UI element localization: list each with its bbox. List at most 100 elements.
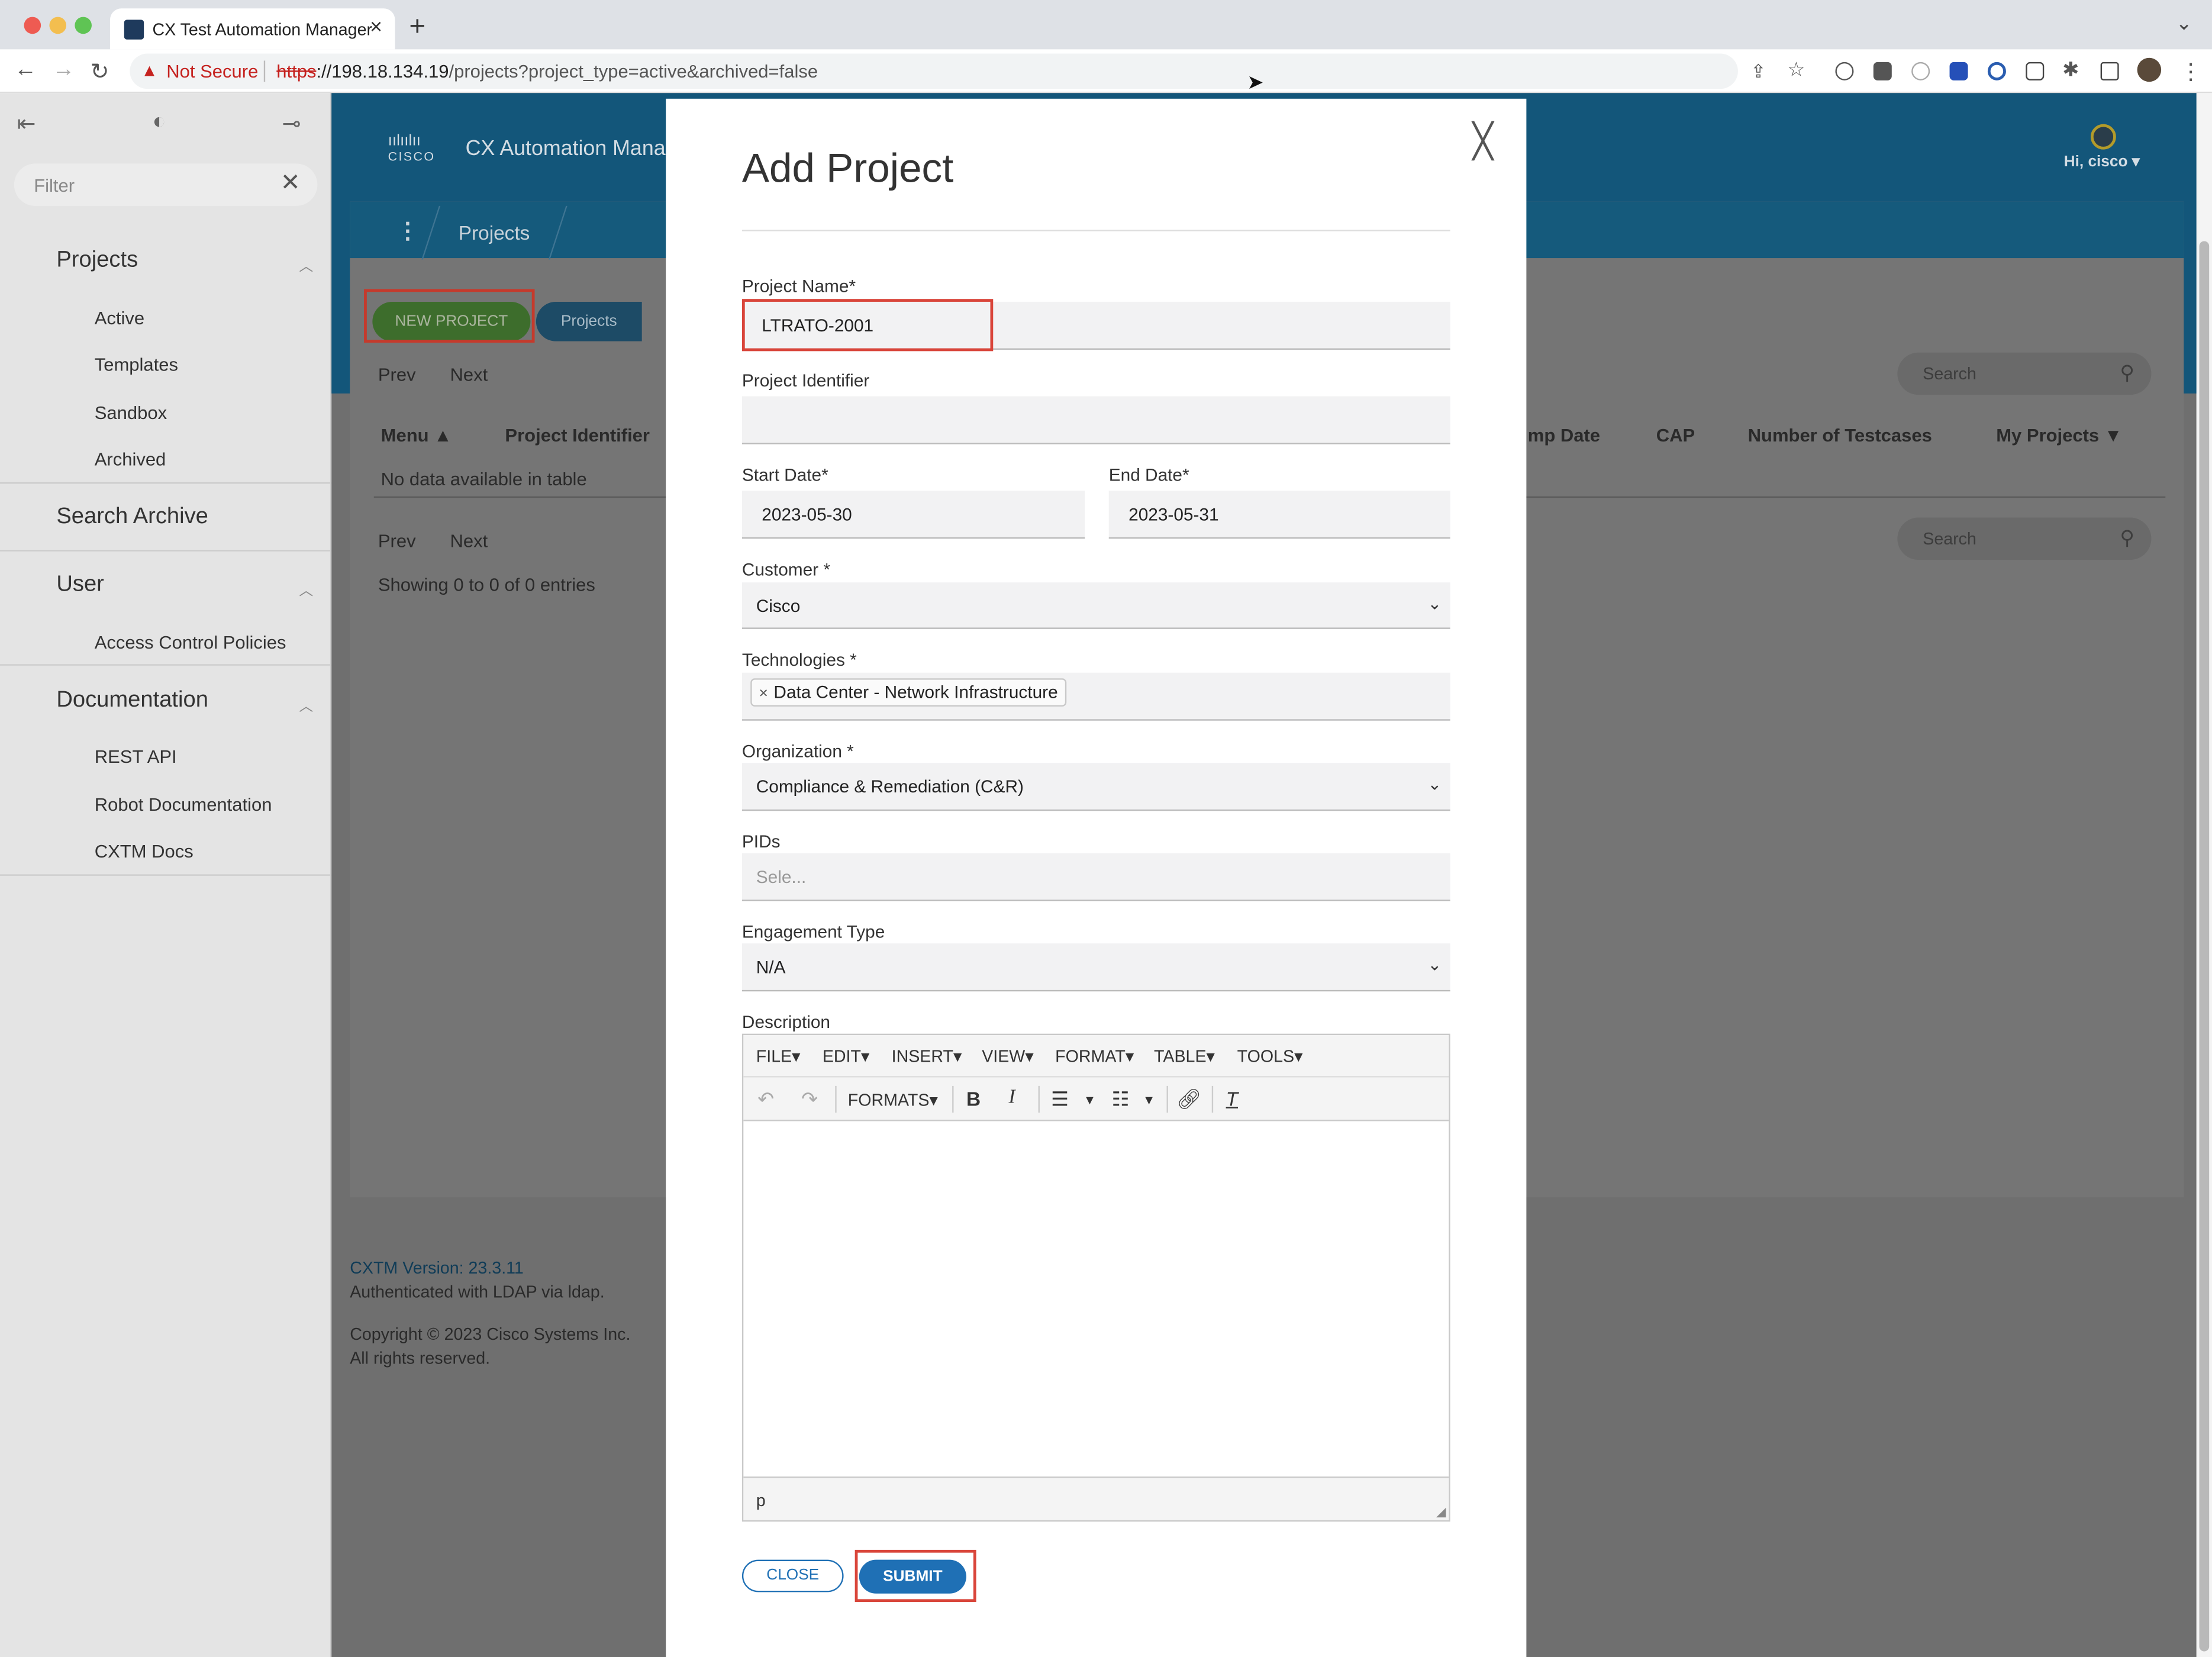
customer-select[interactable]: Cisco ⌄	[741, 582, 1450, 629]
bullet-list-icon[interactable]: ☰	[1051, 1087, 1069, 1111]
pids-select[interactable]: Sele...	[741, 853, 1450, 901]
reload-icon[interactable]: ↻	[91, 58, 109, 86]
sidebar-item-templates[interactable]: Templates	[95, 354, 178, 375]
sidebar-filter-input[interactable]: Filter ✕	[14, 163, 318, 206]
table-search-input[interactable]: Search ⚲	[1897, 352, 2152, 395]
numbered-list-dropdown-icon[interactable]: ▼	[1143, 1093, 1155, 1107]
profile-avatar[interactable]	[2137, 57, 2162, 82]
extension-icon-1[interactable]	[1835, 62, 1854, 80]
start-date-input[interactable]: 2023-05-30	[741, 491, 1085, 539]
formats-dropdown[interactable]: FORMATS▾	[848, 1090, 938, 1110]
column-header-cap[interactable]: CAP	[1656, 424, 1695, 446]
sidebar-item-archived[interactable]: Archived	[95, 449, 166, 470]
screenshot-icon[interactable]	[2026, 62, 2045, 80]
bullet-list-dropdown-icon[interactable]: ▼	[1084, 1093, 1096, 1107]
modal-close-icon[interactable]: ╳	[1473, 121, 1493, 162]
user-menu[interactable]: Hi, cisco ▾	[2064, 152, 2140, 171]
description-editor[interactable]: FILE▾ EDIT▾ INSERT▾ VIEW▾ FORMAT▾ TABLE▾…	[741, 1033, 1450, 1522]
bold-icon[interactable]: B	[966, 1087, 981, 1110]
project-identifier-input[interactable]	[741, 396, 1450, 444]
sidebar-item-robot-documentation[interactable]: Robot Documentation	[95, 794, 272, 815]
numbered-list-icon[interactable]: ☷	[1112, 1087, 1130, 1111]
end-date-input[interactable]: 2023-05-31	[1108, 491, 1450, 539]
user-avatar[interactable]	[2090, 124, 2116, 150]
clear-filter-icon[interactable]: ✕	[280, 169, 301, 198]
editor-menu-file[interactable]: FILE▾	[756, 1046, 801, 1066]
window-zoom-control[interactable]	[75, 17, 92, 34]
next-link[interactable]: Next	[450, 364, 488, 385]
browser-tab[interactable]: CX Test Automation Manager ×	[109, 8, 395, 50]
remove-tag-icon[interactable]: ×	[759, 685, 768, 702]
extension-icon-2[interactable]	[1873, 62, 1892, 80]
editor-menu-tools[interactable]: TOOLS▾	[1237, 1046, 1303, 1066]
share-icon[interactable]: ⇪	[1750, 60, 1766, 83]
entries-info: Showing 0 to 0 of 0 entries	[378, 573, 595, 595]
next-link-bottom[interactable]: Next	[450, 530, 488, 552]
new-tab-button[interactable]: +	[409, 11, 425, 44]
editor-menu-table[interactable]: TABLE▾	[1154, 1046, 1215, 1066]
undo-icon[interactable]: ↶	[757, 1087, 774, 1111]
column-header-menu[interactable]: Menu ▲	[381, 424, 452, 446]
chevron-up-icon[interactable]: ︿	[299, 694, 313, 715]
tab-close-icon[interactable]: ×	[370, 15, 382, 40]
table-search-input-bottom[interactable]: Search ⚲	[1897, 517, 2152, 560]
bookmark-star-icon[interactable]: ☆	[1787, 58, 1805, 82]
window-minimize-control[interactable]	[49, 17, 67, 34]
technology-tag[interactable]: × Data Center - Network Infrastructure	[750, 678, 1067, 707]
link-icon[interactable]: 🔗︎	[1176, 1087, 1201, 1111]
collapse-sidebar-icon[interactable]: ⇤	[17, 110, 36, 138]
resize-handle-icon[interactable]: ◢	[1436, 1505, 1446, 1520]
organization-value: Compliance & Remediation (C&R)	[756, 777, 1024, 797]
sidebar-section-projects[interactable]: Projects	[56, 248, 138, 273]
palette-icon[interactable]: ◐	[152, 110, 166, 136]
organization-select[interactable]: Compliance & Remediation (C&R) ⌄	[741, 763, 1450, 811]
browser-menu-icon[interactable]: ⋮	[2179, 58, 2202, 86]
sidebar-section-user[interactable]: User	[56, 572, 104, 598]
sidebar-section-documentation[interactable]: Documentation	[56, 688, 208, 714]
page-scrollbar[interactable]	[2196, 93, 2212, 1657]
back-icon[interactable]: ←	[14, 58, 37, 83]
url-text[interactable]: https://198.18.134.19/projects?project_t…	[276, 60, 818, 82]
editor-menu-format[interactable]: FORMAT▾	[1055, 1046, 1134, 1066]
sidebar-item-cxtm-docs[interactable]: CXTM Docs	[95, 840, 194, 862]
clear-formatting-icon[interactable]: T	[1226, 1087, 1238, 1110]
italic-icon[interactable]: I	[1008, 1087, 1015, 1110]
extensions-puzzle-icon[interactable]: ✱	[2062, 58, 2079, 82]
chevron-up-icon[interactable]: ︿	[299, 254, 313, 275]
prev-link[interactable]: Prev	[378, 364, 416, 385]
extension-icon-5[interactable]	[1987, 62, 2006, 80]
redo-icon[interactable]: ↷	[801, 1087, 818, 1111]
bitwarden-icon[interactable]	[1949, 62, 1968, 80]
column-header-testcases[interactable]: Number of Testcases	[1748, 424, 1932, 446]
editor-menu-view[interactable]: VIEW▾	[982, 1046, 1033, 1066]
scrollbar-thumb[interactable]	[2199, 241, 2210, 1652]
sidebar-item-access-control-policies[interactable]: Access Control Policies	[95, 632, 286, 653]
column-header-date[interactable]: mp Date	[1528, 424, 1600, 446]
sidebar-section-search-archive[interactable]: Search Archive	[56, 505, 208, 530]
technologies-multiselect[interactable]: × Data Center - Network Infrastructure	[741, 672, 1450, 721]
version-link[interactable]: CXTM Version: 23.3.11	[350, 1258, 524, 1278]
projects-toggle-button[interactable]: Projects	[536, 301, 642, 341]
breadcrumb[interactable]: Projects	[459, 221, 530, 244]
security-indicator[interactable]: Not Secure	[166, 60, 258, 82]
pids-placeholder: Sele...	[756, 867, 807, 887]
column-header-my-projects[interactable]: My Projects ▼	[1996, 424, 2122, 446]
engagement-type-select[interactable]: N/A ⌄	[741, 943, 1450, 992]
sidebar-item-sandbox[interactable]: Sandbox	[95, 402, 167, 423]
side-panel-icon[interactable]	[2100, 62, 2119, 80]
editor-menu-edit[interactable]: EDIT▾	[823, 1046, 870, 1066]
pin-icon[interactable]: ⊸	[282, 110, 301, 138]
extension-icon-3[interactable]	[1911, 62, 1930, 80]
window-close-control[interactable]	[24, 17, 41, 34]
sidebar-item-rest-api[interactable]: REST API	[95, 746, 177, 768]
chevron-up-icon[interactable]: ︿	[299, 578, 313, 599]
editor-menu-insert[interactable]: INSERT▾	[892, 1046, 962, 1066]
forward-icon[interactable]: →	[52, 58, 75, 83]
close-button[interactable]: CLOSE	[741, 1559, 844, 1592]
column-header-project-identifier[interactable]: Project Identifier	[505, 424, 650, 446]
kebab-menu-icon[interactable]: ⋮	[396, 217, 419, 246]
sidebar-item-active[interactable]: Active	[95, 307, 144, 328]
address-bar[interactable]: ▲ Not Secure https://198.18.134.19/proje…	[130, 53, 1738, 89]
prev-link-bottom[interactable]: Prev	[378, 530, 416, 552]
tab-search-chevron-icon[interactable]: ⌄	[2176, 11, 2192, 36]
